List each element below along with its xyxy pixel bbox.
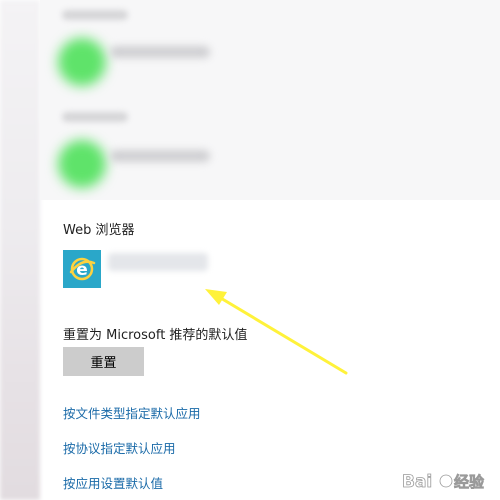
blurred-app-icon [58,38,106,86]
blurred-section-label [62,10,128,20]
baidu-jingyan-watermark: Bai 经验 [402,472,486,493]
link-default-apps-by-protocol[interactable]: 按协议指定默认应用 [63,438,176,457]
settings-default-apps-page: Web 浏览器 e 重置为 Microsoft 推荐的默认值 重置 按文件类型指… [0,0,500,500]
default-browser-name[interactable] [108,253,208,271]
reset-button[interactable]: 重置 [63,347,144,376]
web-browser-section-title: Web 浏览器 [63,223,135,238]
svg-text:经验: 经验 [454,473,485,491]
blurred-section-label [62,112,128,122]
svg-text:Bai: Bai [402,472,432,492]
blurred-default-apps-list [40,0,500,200]
ie-logo-icon: e [69,257,96,281]
link-default-apps-by-file-type[interactable]: 按文件类型指定默认应用 [63,403,201,422]
blurred-app-icon [58,140,106,188]
blurred-app-name [110,46,210,58]
link-set-defaults-by-app[interactable]: 按应用设置默认值 [63,473,163,492]
reset-description: 重置为 Microsoft 推荐的默认值 [63,328,248,343]
blurred-sidebar [0,0,40,500]
blurred-app-name [110,150,210,162]
internet-explorer-icon[interactable]: e [63,250,101,288]
